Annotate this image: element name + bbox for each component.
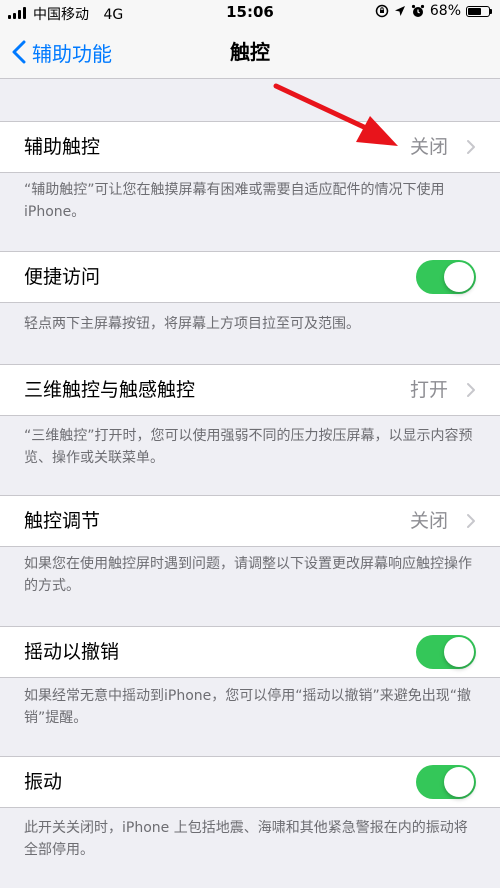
shake-to-undo-footer: 如果经常无意中摇动到iPhone，您可以停用“摇动以撤销”来避免出现“撤销”提醒… bbox=[24, 688, 472, 726]
reachability-footer: 轻点两下主屏幕按钮，将屏幕上方项目拉至可及范围。 bbox=[24, 316, 360, 332]
shake-to-undo-row: 摇动以撤销 bbox=[0, 626, 500, 678]
assistive-touch-footer: “辅助触控”可让您在触摸屏幕有困难或需要自适应配件的情况下使用 iPhone。 bbox=[24, 182, 445, 220]
navigation-bar: 辅助功能 触控 bbox=[0, 26, 500, 79]
battery-icon bbox=[466, 5, 492, 17]
vibration-label: 振动 bbox=[24, 771, 63, 793]
page-title: 触控 bbox=[230, 40, 270, 64]
assistive-touch-value: 关闭 bbox=[409, 136, 448, 158]
3d-touch-label: 三维触控与触感触控 bbox=[24, 379, 196, 401]
vibration-row: 振动 bbox=[0, 756, 500, 808]
alarm-icon bbox=[411, 4, 424, 17]
vibration-toggle[interactable] bbox=[416, 765, 476, 799]
touch-accommodations-row[interactable]: 触控调节 关闭 bbox=[0, 495, 500, 547]
3d-touch-value: 打开 bbox=[409, 379, 448, 401]
status-indicators: 68% bbox=[375, 3, 492, 19]
location-icon bbox=[394, 6, 405, 16]
3d-touch-footer: “三维触控”打开时，您可以使用强弱不同的压力按压屏幕，以显示内容预览、操作或关联… bbox=[24, 428, 473, 466]
chevron-right-icon bbox=[467, 514, 475, 528]
annotation-arrow-icon bbox=[273, 83, 398, 146]
shake-to-undo-label: 摇动以撤销 bbox=[24, 641, 120, 663]
status-bar: 中国移动 4G 15:06 68% bbox=[0, 0, 500, 26]
chevron-right-icon bbox=[467, 140, 475, 154]
3d-touch-row[interactable]: 三维触控与触感触控 打开 bbox=[0, 364, 500, 416]
chevron-right-icon bbox=[467, 383, 475, 397]
assistive-touch-row[interactable]: 辅助触控 关闭 bbox=[0, 121, 500, 173]
reachability-label: 便捷访问 bbox=[24, 266, 101, 288]
rotation-lock-icon bbox=[375, 4, 389, 18]
touch-accommodations-footer: 如果您在使用触控屏时遇到问题，请调整以下设置更改屏幕响应触控操作的方式。 bbox=[24, 556, 472, 594]
battery-percent: 68% bbox=[429, 3, 461, 19]
reachability-toggle[interactable] bbox=[416, 260, 476, 294]
touch-accommodations-value: 关闭 bbox=[409, 510, 448, 532]
touch-accommodations-label: 触控调节 bbox=[24, 510, 101, 532]
assistive-touch-label: 辅助触控 bbox=[24, 136, 101, 158]
vibration-footer: 此开关关闭时，iPhone 上包括地震、海啸和其他紧急警报在内的振动将全部停用。 bbox=[24, 820, 468, 858]
shake-to-undo-toggle[interactable] bbox=[416, 635, 476, 669]
reachability-row: 便捷访问 bbox=[0, 251, 500, 303]
